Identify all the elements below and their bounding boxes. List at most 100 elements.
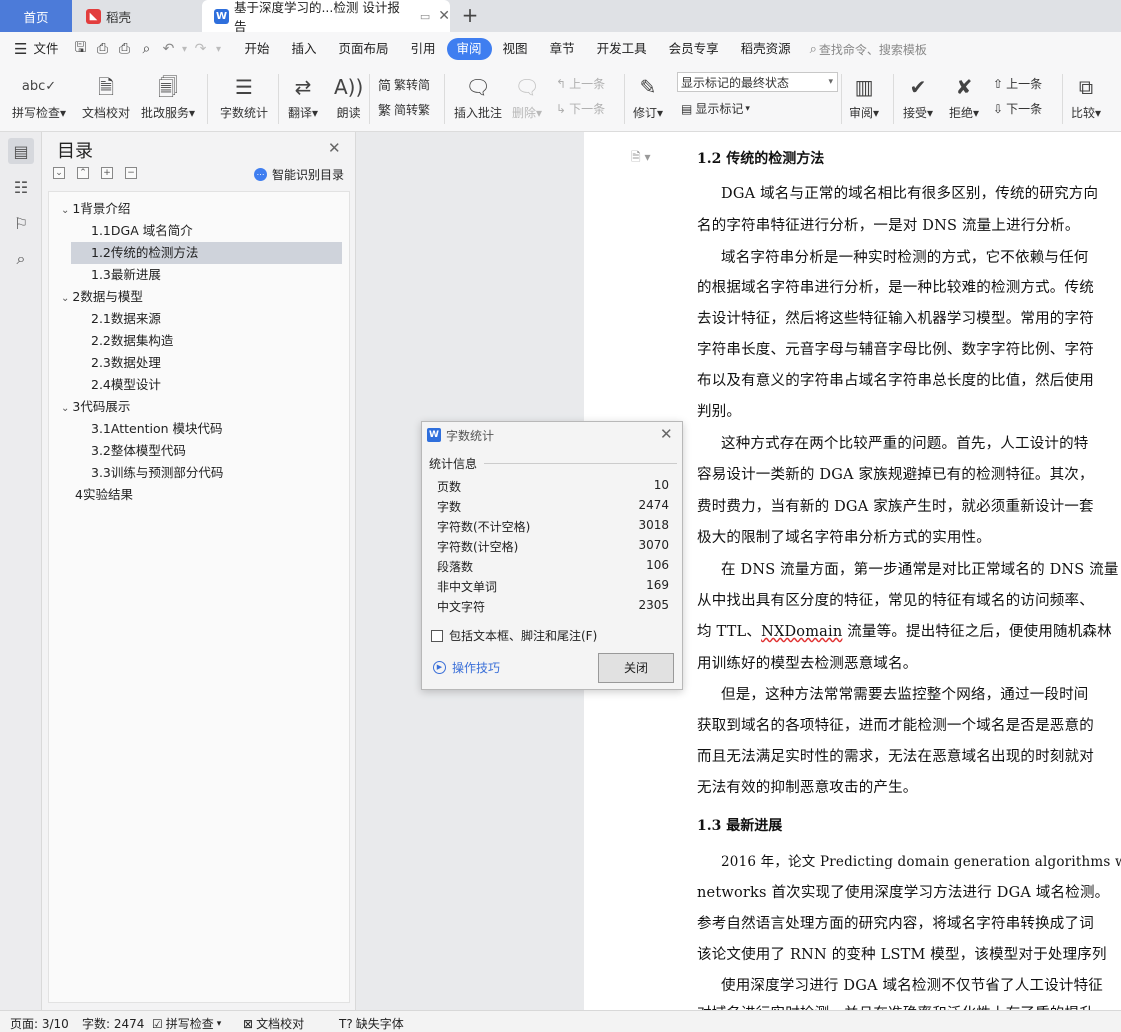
chevron-down-icon[interactable]: ⌄ — [61, 403, 69, 414]
spell-check-button[interactable]: abc✓ 拼写检查▾ — [12, 70, 66, 121]
menu-developer[interactable]: 开发工具 — [586, 38, 658, 60]
add-heading-icon[interactable]: + — [101, 167, 113, 179]
bookmark-icon[interactable]: ⚐ — [8, 210, 34, 236]
menu-reference[interactable]: 引用 — [400, 38, 447, 60]
toc-item-selected[interactable]: 1.2传统的检测方法 — [71, 242, 342, 264]
correction-service-label: 批改服务▾ — [141, 106, 196, 120]
print-icon[interactable]: ⎙ — [113, 41, 135, 57]
menu-chapter[interactable]: 章节 — [539, 38, 586, 60]
compare-button[interactable]: ⧉ 比较▾ — [1071, 70, 1101, 121]
insert-comment-button[interactable]: 🗨 插入批注 — [454, 70, 502, 121]
tab-close-icon[interactable]: ✕ — [438, 8, 450, 24]
misspelled-word[interactable]: NXDomain — [761, 624, 842, 640]
export-pdf-icon[interactable]: ⎙ — [91, 41, 113, 57]
new-tab-button[interactable]: + — [458, 3, 482, 27]
delete-comment-button[interactable]: 🗨 删除▾ — [512, 70, 542, 121]
toc-item[interactable]: 1.1DGA 域名简介 — [49, 220, 349, 242]
paragraph-line: DGA 域名与正常的域名相比有很多区别，传统的研究方向 — [721, 186, 1099, 202]
paragraph-options-icon[interactable]: 🗎 ▾ — [631, 148, 651, 169]
toc-item[interactable]: ⌄ 3代码展示 — [49, 396, 349, 418]
menu-page-layout[interactable]: 页面布局 — [328, 38, 400, 60]
menu-insert[interactable]: 插入 — [280, 38, 327, 60]
checkbox-box[interactable] — [431, 629, 443, 642]
toc-panel-icon[interactable]: ▤ — [8, 138, 34, 164]
next-comment-icon: ↳ — [556, 101, 567, 116]
toc-item[interactable]: 3.3训练与预测部分代码 — [49, 462, 349, 484]
hamburger-menu-icon[interactable]: ☰ — [14, 40, 27, 58]
word-count-indicator[interactable]: 字数: 2474 — [82, 1015, 144, 1032]
menu-view[interactable]: 视图 — [492, 38, 539, 60]
screen-icon[interactable]: ▭ — [420, 10, 430, 23]
translate-button[interactable]: ⇄ 翻译▾ — [288, 70, 318, 121]
command-search-input[interactable]: 查找命令、搜索模板 — [819, 41, 927, 58]
expand-all-icon[interactable]: ⌄ — [53, 167, 65, 179]
toc-close-icon[interactable]: ✕ — [328, 139, 341, 157]
include-textbox-checkbox[interactable]: 包括文本框、脚注和尾注(F) — [431, 627, 597, 644]
show-markup-label: 显示标记 — [695, 102, 744, 116]
undo-icon[interactable]: ↶ — [157, 41, 179, 57]
checkbox-label: 包括文本框、脚注和尾注(F) — [449, 629, 598, 643]
page-indicator[interactable]: 页面: 3/10 — [10, 1015, 69, 1032]
revise-label: 修订▾ — [633, 106, 664, 120]
revise-button[interactable]: ✎ 修订▾ — [633, 70, 663, 121]
reject-button[interactable]: ✘ 拒绝▾ — [949, 70, 979, 121]
spell-check-status[interactable]: ☑ 拼写检查 ▾ — [152, 1015, 221, 1032]
find-icon[interactable]: ⌕ — [8, 246, 34, 272]
dialog-title: 字数统计 — [446, 429, 495, 443]
next-revision-label: 下一条 — [1006, 102, 1043, 116]
undo-dropdown-icon[interactable]: ▾ — [179, 44, 189, 55]
doc-proof-status[interactable]: ⊠ 文档校对 — [243, 1015, 304, 1032]
chevron-down-icon[interactable]: ⌄ — [61, 205, 69, 216]
missing-font-status[interactable]: T? 缺失字体 — [339, 1015, 404, 1032]
dialog-close-icon[interactable]: ✕ — [660, 425, 673, 443]
toc-item[interactable]: ⌄ 1背景介绍 — [49, 198, 349, 220]
menu-bar: ☰ 文件 🖫 ⎙ ⎙ ⌕ ↶ ▾ ↷ ▾ 开始 插入 页面布局 引用 审阅 视图… — [0, 32, 1121, 66]
paragraph-line: 2016 年，论文 Predicting domain generation a… — [721, 854, 1121, 870]
toc-item[interactable]: 3.1Attention 模块代码 — [49, 418, 349, 440]
prev-comment-label: 上一条 — [569, 77, 606, 91]
prev-revision-button[interactable]: ⇧ 上一条 — [993, 75, 1042, 92]
prev-comment-button[interactable]: ↰ 上一条 — [556, 75, 605, 92]
tips-link[interactable]: ▶ 操作技巧 — [433, 659, 500, 676]
remove-heading-icon[interactable]: − — [125, 167, 137, 179]
menu-review[interactable]: 审阅 — [446, 38, 492, 60]
toc-item[interactable]: 2.4模型设计 — [49, 374, 349, 396]
save-icon[interactable]: 🖫 — [69, 37, 91, 61]
toc-item[interactable]: 4实验结果 — [49, 484, 349, 506]
word-count-button[interactable]: ☰ 字数统计 — [220, 70, 268, 121]
toc-item[interactable]: 1.3最新进展 — [49, 264, 349, 286]
next-comment-button[interactable]: ↳ 下一条 — [556, 100, 605, 117]
menu-file[interactable]: 文件 — [27, 38, 69, 60]
prev-revision-label: 上一条 — [1006, 77, 1043, 91]
chapter-nav-icon[interactable]: ☷ — [8, 174, 34, 200]
menu-start[interactable]: 开始 — [233, 38, 280, 60]
redo-dropdown-icon[interactable]: ▾ — [211, 44, 225, 55]
chevron-down-icon[interactable]: ⌄ — [61, 293, 69, 304]
smart-toc-button[interactable]: ⋯ 智能识别目录 — [254, 166, 344, 183]
tab-document[interactable]: W 基于深度学习的...检测 设计报告 ▭ ✕ — [202, 0, 450, 34]
toc-item[interactable]: 2.2数据集构造 — [49, 330, 349, 352]
toc-item[interactable]: 3.2整体模型代码 — [49, 440, 349, 462]
toc-item[interactable]: 2.3数据处理 — [49, 352, 349, 374]
toc-item[interactable]: 2.1数据来源 — [49, 308, 349, 330]
review-pane-button[interactable]: ▥ 审阅▾ — [849, 70, 879, 121]
show-markup-button[interactable]: ▤ 显示标记 ▾ — [681, 100, 750, 117]
markup-state-select[interactable]: 显示标记的最终状态 ▾ — [677, 72, 838, 92]
trad-to-simp-button[interactable]: 简繁转简 — [378, 75, 430, 94]
read-aloud-button[interactable]: A)) 朗读 — [334, 70, 363, 121]
doc-proof-button[interactable]: 🗎 文档校对 — [82, 70, 130, 121]
tab-daoke[interactable]: ◣ 稻壳 — [72, 0, 200, 32]
tab-home[interactable]: 首页 — [0, 0, 72, 32]
correction-service-button[interactable]: 🗐 批改服务▾ — [141, 70, 195, 121]
close-button[interactable]: 关闭 — [598, 653, 674, 683]
collapse-all-icon[interactable]: ⌃ — [77, 167, 89, 179]
simp-to-trad-button[interactable]: 繁简转繁 — [378, 100, 430, 119]
menu-member[interactable]: 会员专享 — [658, 38, 730, 60]
redo-icon[interactable]: ↷ — [189, 41, 211, 57]
print-preview-icon[interactable]: ⌕ — [135, 41, 157, 57]
accept-button[interactable]: ✔ 接受▾ — [903, 70, 933, 121]
next-revision-button[interactable]: ⇩ 下一条 — [993, 100, 1042, 117]
menu-daoke-resources[interactable]: 稻壳资源 — [730, 38, 802, 60]
toc-item[interactable]: ⌄ 2数据与模型 — [49, 286, 349, 308]
writer-logo-icon: W — [214, 8, 229, 24]
